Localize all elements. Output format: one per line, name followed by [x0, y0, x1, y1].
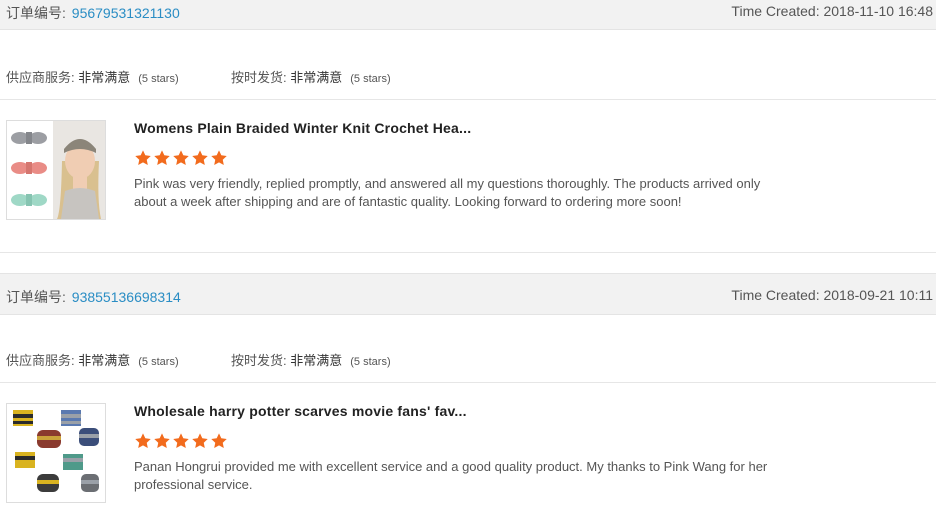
supplier-service-rating: 供应商服务: 非常满意 (5 stars) — [6, 350, 179, 369]
order-number-link[interactable]: 93855136698314 — [72, 289, 181, 305]
product-thumbnail[interactable] — [6, 120, 106, 220]
shipping-stars: (5 stars) — [350, 73, 391, 85]
shipping-label: 按时发货: — [231, 70, 287, 85]
product-thumbnail[interactable] — [6, 403, 106, 503]
star-icon — [134, 149, 152, 167]
shipping-rating: 按时发货: 非常满意 (5 stars) — [231, 350, 391, 369]
supplier-service-value: 非常满意 — [78, 353, 131, 368]
divider — [0, 252, 936, 253]
rating-stars — [134, 149, 229, 167]
supplier-service-stars: (5 stars) — [138, 73, 179, 85]
star-icon — [134, 432, 152, 450]
time-created: Time Created: 2018-09-21 10:11 — [731, 287, 933, 303]
seller-ratings: 供应商服务: 非常满意 (5 stars) 按时发货: 非常满意 (5 stars) — [0, 340, 936, 376]
star-icon — [153, 432, 171, 450]
star-icon — [191, 432, 209, 450]
supplier-service-label: 供应商服务: — [6, 70, 75, 85]
divider — [0, 382, 936, 383]
supplier-service-value: 非常满意 — [78, 70, 131, 85]
time-created: Time Created: 2018-11-10 16:48 — [731, 3, 933, 19]
order-number-label: 订单编号: — [6, 5, 66, 21]
shipping-value: 非常满意 — [290, 353, 343, 368]
star-icon — [172, 149, 190, 167]
star-icon — [153, 149, 171, 167]
order-number-link[interactable]: 95679531321130 — [72, 5, 180, 21]
order-header: 订单编号: 93855136698314 Time Created: 2018-… — [0, 273, 936, 315]
supplier-service-rating: 供应商服务: 非常满意 (5 stars) — [6, 67, 179, 86]
shipping-stars: (5 stars) — [350, 356, 391, 368]
shipping-value: 非常满意 — [290, 70, 343, 85]
star-icon — [172, 432, 190, 450]
review-text: Panan Hongrui provided me with excellent… — [134, 459, 768, 492]
star-icon — [210, 432, 228, 450]
seller-ratings: 供应商服务: 非常满意 (5 stars) 按时发货: 非常满意 (5 stars) — [0, 57, 936, 93]
supplier-service-stars: (5 stars) — [138, 356, 179, 368]
supplier-service-label: 供应商服务: — [6, 353, 75, 368]
product-title-link[interactable]: Womens Plain Braided Winter Knit Crochet… — [134, 120, 471, 136]
divider — [0, 99, 936, 100]
shipping-label: 按时发货: — [231, 353, 287, 368]
rating-stars — [134, 432, 229, 450]
review-text: Pink was very friendly, replied promptly… — [134, 176, 761, 209]
order-header: 订单编号: 95679531321130 Time Created: 2018-… — [0, 0, 936, 30]
shipping-rating: 按时发货: 非常满意 (5 stars) — [231, 67, 391, 86]
order-number-label: 订单编号: — [6, 289, 66, 305]
product-title-link[interactable]: Wholesale harry potter scarves movie fan… — [134, 403, 467, 419]
star-icon — [210, 149, 228, 167]
star-icon — [191, 149, 209, 167]
